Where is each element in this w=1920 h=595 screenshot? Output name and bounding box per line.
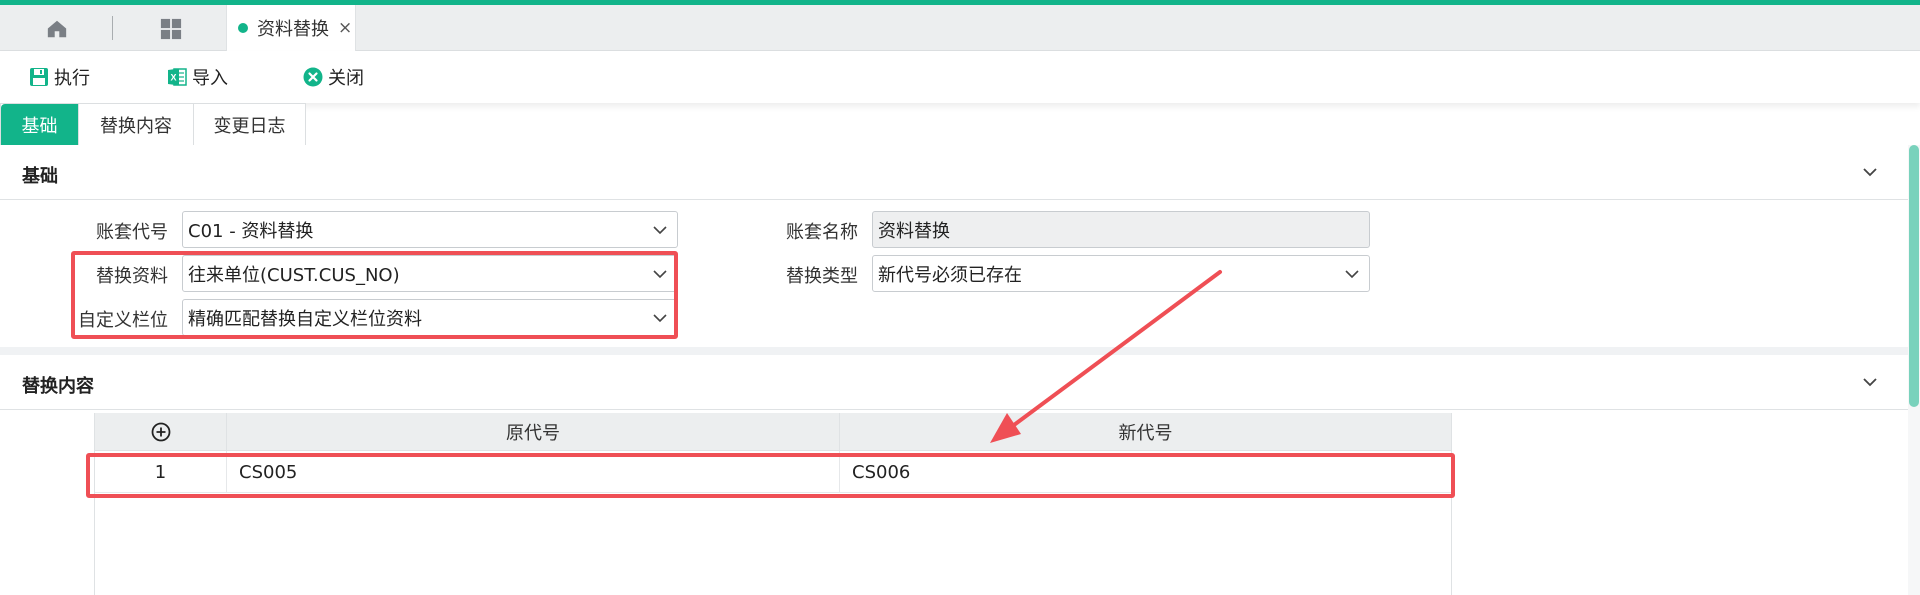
replace-data-label: 替换资料 xyxy=(96,266,168,287)
grid-icon xyxy=(160,18,182,40)
tab-change-log[interactable]: 变更日志 xyxy=(194,104,306,146)
import-label: 导入 xyxy=(192,68,228,89)
plus-circle-icon xyxy=(151,422,170,442)
section-title: 替换内容 xyxy=(22,376,94,397)
close-circle-icon xyxy=(302,66,324,88)
column-header-old-code[interactable]: 原代号 xyxy=(227,413,840,451)
account-name-value: 资料替换 xyxy=(878,220,950,242)
import-button[interactable]: X 导入 xyxy=(166,63,228,91)
tab-replace-content[interactable]: 替换内容 xyxy=(79,104,194,146)
chevron-down-icon xyxy=(653,314,667,323)
custom-field-select[interactable]: 精确匹配替换自定义栏位资料 xyxy=(182,299,678,336)
close-tab-icon[interactable]: × xyxy=(338,18,352,38)
execute-button[interactable]: 执行 xyxy=(28,63,90,91)
home-icon xyxy=(47,20,67,38)
replace-content-table: 原代号 新代号 1 CS005 CS006 xyxy=(94,413,1452,595)
account-code-select[interactable]: C01 - 资料替换 xyxy=(182,211,678,248)
close-button[interactable]: 关闭 xyxy=(302,63,364,91)
account-name-label: 账套名称 xyxy=(786,222,858,243)
row-index: 1 xyxy=(95,451,227,493)
apps-button[interactable] xyxy=(150,14,192,44)
excel-icon: X xyxy=(166,66,188,88)
chevron-down-icon xyxy=(653,226,667,235)
replace-type-select[interactable]: 新代号必须已存在 xyxy=(872,255,1370,292)
save-icon xyxy=(28,66,50,88)
chevron-down-icon xyxy=(1345,270,1359,279)
column-header-new-code[interactable]: 新代号 xyxy=(840,413,1451,451)
replace-type-value: 新代号必须已存在 xyxy=(878,264,1022,286)
account-code-label: 账套代号 xyxy=(96,222,168,243)
section-title: 基础 xyxy=(22,166,58,187)
chevron-down-icon[interactable] xyxy=(1860,162,1880,182)
home-button[interactable] xyxy=(36,14,78,44)
table-header: 原代号 新代号 xyxy=(95,413,1451,451)
account-code-value: C01 - 资料替换 xyxy=(188,220,314,242)
active-dot-icon xyxy=(238,23,248,33)
toolbar: 执行 X 导入 关闭 xyxy=(0,51,1920,103)
vertical-scrollbar[interactable] xyxy=(1908,145,1920,595)
new-code-cell[interactable]: CS006 xyxy=(840,451,1451,493)
window-tab-bar: 资料替换 × xyxy=(0,5,1920,51)
tab-divider xyxy=(112,16,113,40)
replace-type-label: 替换类型 xyxy=(786,266,858,287)
custom-field-label: 自定义栏位 xyxy=(78,310,168,331)
section-tabs: 基础 替换内容 变更日志 xyxy=(0,103,306,146)
replace-data-value: 往来单位(CUST.CUS_NO) xyxy=(188,264,400,286)
old-code-cell[interactable]: CS005 xyxy=(227,451,840,493)
svg-text:X: X xyxy=(170,73,176,83)
tab-label: 资料替换 xyxy=(257,19,329,40)
table-row[interactable]: 1 CS005 CS006 xyxy=(95,451,1451,493)
chevron-down-icon[interactable] xyxy=(1860,372,1880,392)
replace-content-section-header[interactable]: 替换内容 xyxy=(0,355,1908,410)
chevron-down-icon xyxy=(653,270,667,279)
add-row-button[interactable] xyxy=(95,413,227,451)
tab-basic[interactable]: 基础 xyxy=(1,104,79,146)
execute-label: 执行 xyxy=(54,68,90,89)
close-label: 关闭 xyxy=(328,68,364,89)
custom-field-value: 精确匹配替换自定义栏位资料 xyxy=(188,308,422,330)
account-name-field: 资料替换 xyxy=(872,211,1370,248)
replace-data-select[interactable]: 往来单位(CUST.CUS_NO) xyxy=(182,255,678,292)
tab-data-replace[interactable]: 资料替换 × xyxy=(226,5,356,51)
basic-section-header[interactable]: 基础 xyxy=(0,145,1908,200)
scrollbar-thumb[interactable] xyxy=(1909,145,1919,407)
